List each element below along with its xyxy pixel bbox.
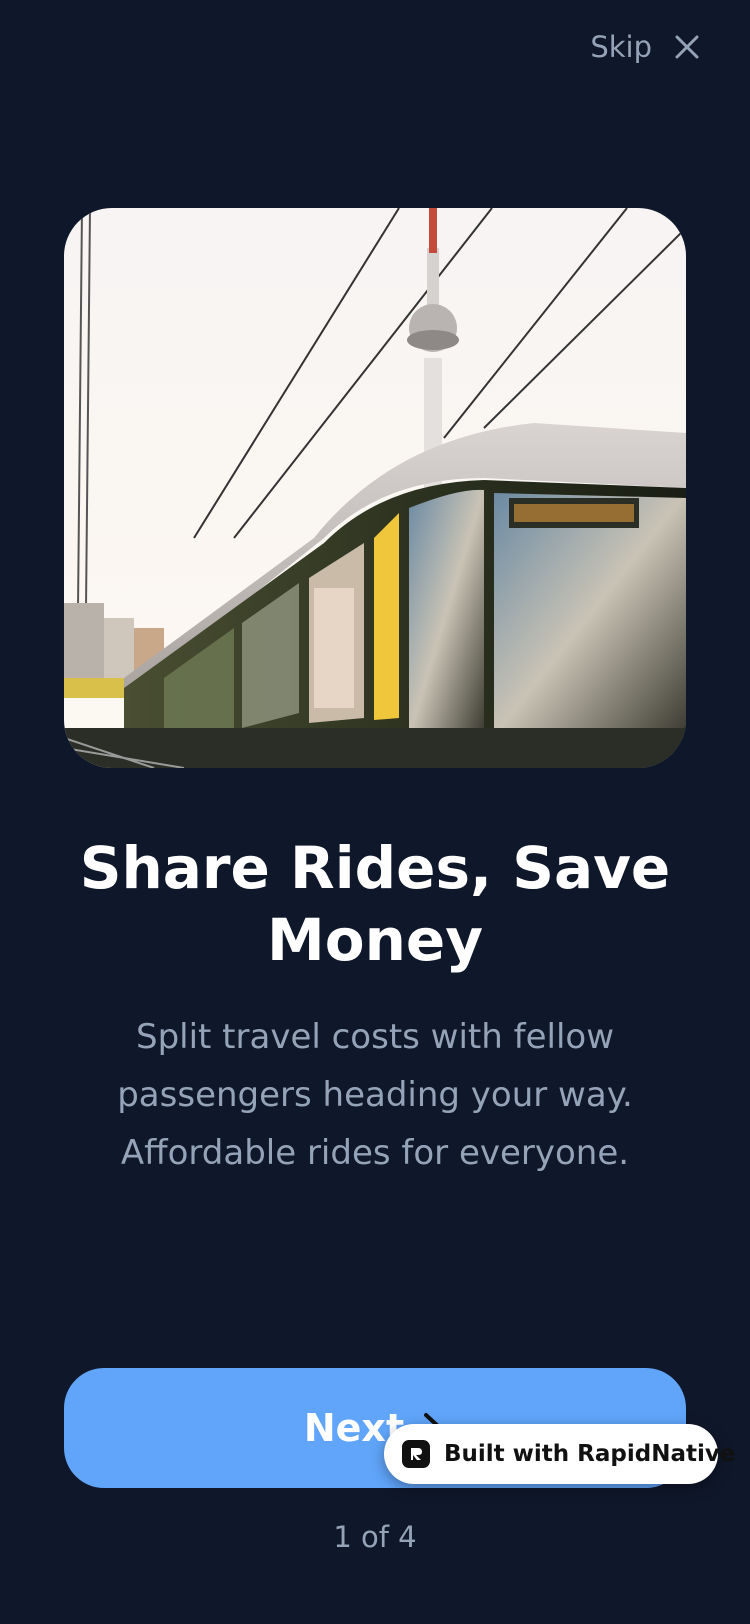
rapidnative-logo-icon: [402, 1440, 430, 1468]
page-indicator: 1 of 4: [333, 1520, 417, 1554]
skip-label: Skip: [590, 30, 652, 64]
onboarding-screen: Skip Share Rides, Save Money Split trave…: [0, 0, 750, 1624]
hero-image: [64, 208, 686, 768]
page-subtitle: Split travel costs with fellow passenger…: [117, 1017, 633, 1173]
tram-photo-illustration: [64, 208, 686, 768]
skip-button[interactable]: Skip: [590, 30, 700, 64]
close-icon[interactable]: [674, 34, 700, 60]
built-with-badge[interactable]: Built with RapidNative: [384, 1424, 735, 1484]
page-title: Share Rides, Save Money: [79, 834, 671, 974]
badge-label: Built with RapidNative: [444, 1441, 736, 1467]
